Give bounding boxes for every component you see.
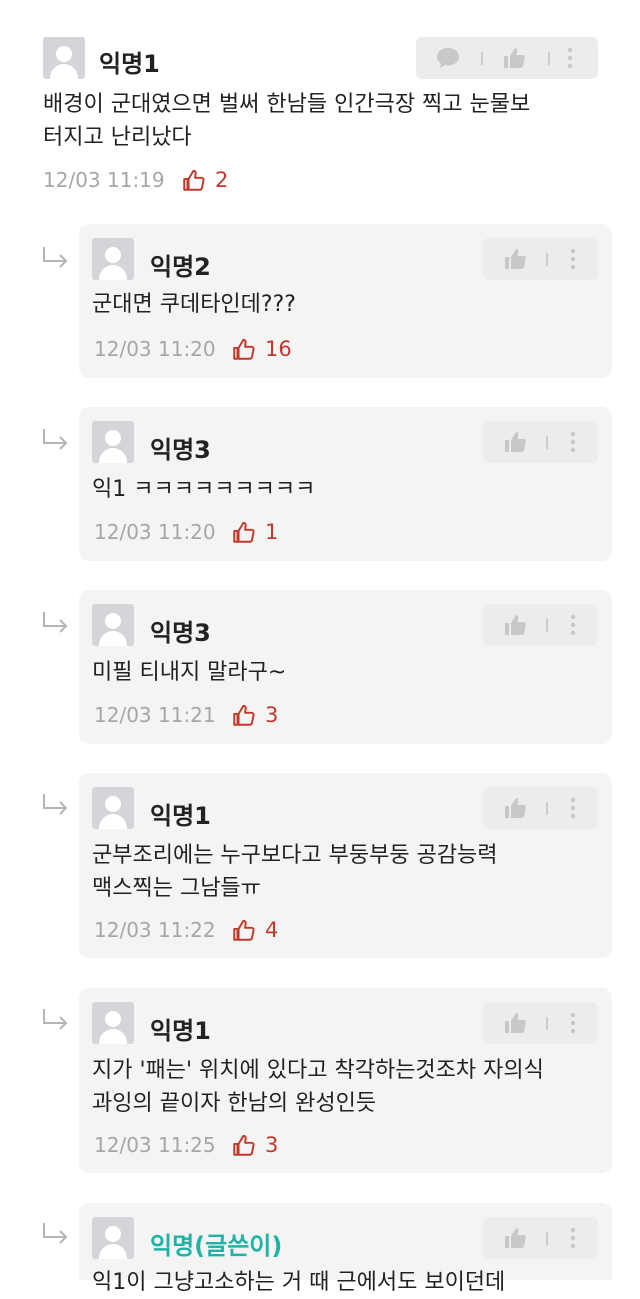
reply-arrow-icon <box>43 429 68 450</box>
avatar[interactable] <box>92 1217 134 1259</box>
like-count: 16 <box>265 337 292 361</box>
like-count: 3 <box>265 1133 279 1157</box>
reply-text-line: 맥스찍는 그남들ㅠ <box>92 876 261 901</box>
like-count: 4 <box>265 918 279 942</box>
comment-text-line: 터지고 난리났다 <box>43 125 192 150</box>
like-button[interactable]: 4 <box>231 916 278 944</box>
comment-action-bar <box>416 37 598 79</box>
like-button[interactable]: 2 <box>181 166 228 194</box>
reply-card: 익명3 익1 ㅋㅋㅋㅋㅋㅋㅋㅋㅋ 12/03 11:20 1 <box>79 407 612 561</box>
avatar[interactable] <box>92 421 134 463</box>
chat-bubble-icon[interactable] <box>435 46 461 74</box>
reply-text-line: 군대면 쿠데타인데??? <box>92 292 296 317</box>
avatar[interactable] <box>92 787 134 829</box>
reply-timestamp: 12/03 11:20 <box>94 520 216 544</box>
reply-author: 익명2 <box>150 253 211 281</box>
reply-card: 익명1 군부조리에는 누구보다고 부둥부둥 공감능력 맥스찍는 그남들ㅠ 12/… <box>79 773 612 958</box>
thumbs-up-icon[interactable] <box>503 247 527 275</box>
thumbs-up-icon[interactable] <box>503 796 527 824</box>
reply-author: 익명3 <box>150 436 211 464</box>
reply-text-line: 익1 ㅋㅋㅋㅋㅋㅋㅋㅋㅋ <box>92 477 316 502</box>
reply-timestamp: 12/03 11:25 <box>94 1133 216 1157</box>
reply-timestamp: 12/03 11:22 <box>94 918 216 942</box>
reply-arrow-icon <box>43 247 68 268</box>
more-vertical-icon[interactable] <box>567 47 573 73</box>
thumbs-up-icon[interactable] <box>503 613 527 641</box>
reply-text-line: 익1이 그냥고소하는 거 때 근에서도 보이던데 <box>92 1270 506 1295</box>
more-vertical-icon[interactable] <box>570 614 576 640</box>
like-count: 2 <box>215 168 229 192</box>
reply-author: 익명3 <box>150 619 211 647</box>
reply-card: 익명(글쓴이) 익1이 그냥고소하는 거 때 근에서도 보이던데 <box>79 1203 612 1295</box>
like-outline-icon <box>183 169 205 191</box>
comment-author: 익명1 <box>99 50 160 78</box>
reply-arrow-icon <box>43 794 68 815</box>
reply-author: 익명1 <box>150 802 211 830</box>
reply-action-bar <box>483 1217 598 1259</box>
like-button[interactable]: 3 <box>231 701 278 729</box>
reply-action-bar <box>483 604 598 646</box>
more-vertical-icon[interactable] <box>570 1227 576 1253</box>
comment-text-line: 배경이 군대였으면 벌써 한남들 인간극장 찍고 눈물보 <box>43 92 531 117</box>
reply-action-bar <box>483 1002 598 1044</box>
reply-timestamp: 12/03 11:20 <box>94 337 216 361</box>
reply-arrow-icon <box>43 1009 68 1030</box>
thumbs-up-icon[interactable] <box>502 46 526 74</box>
more-vertical-icon[interactable] <box>570 431 576 457</box>
reply-text-line: 군부조리에는 누구보다고 부둥부둥 공감능력 <box>92 843 498 868</box>
like-outline-icon <box>233 521 255 543</box>
reply-action-bar <box>483 787 598 829</box>
reply-arrow-icon <box>43 1223 68 1244</box>
like-count: 3 <box>265 703 279 727</box>
reply-card: 익명1 지가 '패는' 위치에 있다고 착각하는것조차 자의식 과잉의 끝이자 … <box>79 988 612 1173</box>
reply-text-line: 지가 '패는' 위치에 있다고 착각하는것조차 자의식 <box>92 1058 544 1083</box>
like-outline-icon <box>233 1134 255 1156</box>
reply-action-bar <box>483 421 598 463</box>
reply-card: 익명2 군대면 쿠데타인데??? 12/03 11:20 16 <box>79 224 612 378</box>
thumbs-up-icon[interactable] <box>503 430 527 458</box>
reply-text-line: 과잉의 끝이자 한남의 완성인듯 <box>92 1091 377 1116</box>
avatar[interactable] <box>92 238 134 280</box>
thumbs-up-icon[interactable] <box>503 1011 527 1039</box>
thumbs-up-icon[interactable] <box>503 1226 527 1254</box>
reply-author-op: 익명(글쓴이) <box>150 1232 283 1260</box>
reply-text-line: 미필 티내지 말라구~ <box>92 660 287 685</box>
reply-action-bar <box>483 238 598 280</box>
reply-arrow-icon <box>43 612 68 633</box>
more-vertical-icon[interactable] <box>570 1012 576 1038</box>
comment-timestamp: 12/03 11:19 <box>43 168 165 192</box>
reply-author: 익명1 <box>150 1017 211 1045</box>
like-outline-icon <box>233 704 255 726</box>
like-outline-icon <box>233 338 255 360</box>
like-count: 1 <box>265 520 279 544</box>
avatar[interactable] <box>92 604 134 646</box>
like-button[interactable]: 1 <box>231 518 278 546</box>
avatar[interactable] <box>43 37 85 79</box>
avatar[interactable] <box>92 1002 134 1044</box>
like-button[interactable]: 16 <box>231 335 292 363</box>
reply-timestamp: 12/03 11:21 <box>94 703 216 727</box>
reply-card: 익명3 미필 티내지 말라구~ 12/03 11:21 3 <box>79 590 612 744</box>
like-outline-icon <box>233 919 255 941</box>
more-vertical-icon[interactable] <box>570 248 576 274</box>
more-vertical-icon[interactable] <box>570 797 576 823</box>
like-button[interactable]: 3 <box>231 1131 278 1159</box>
